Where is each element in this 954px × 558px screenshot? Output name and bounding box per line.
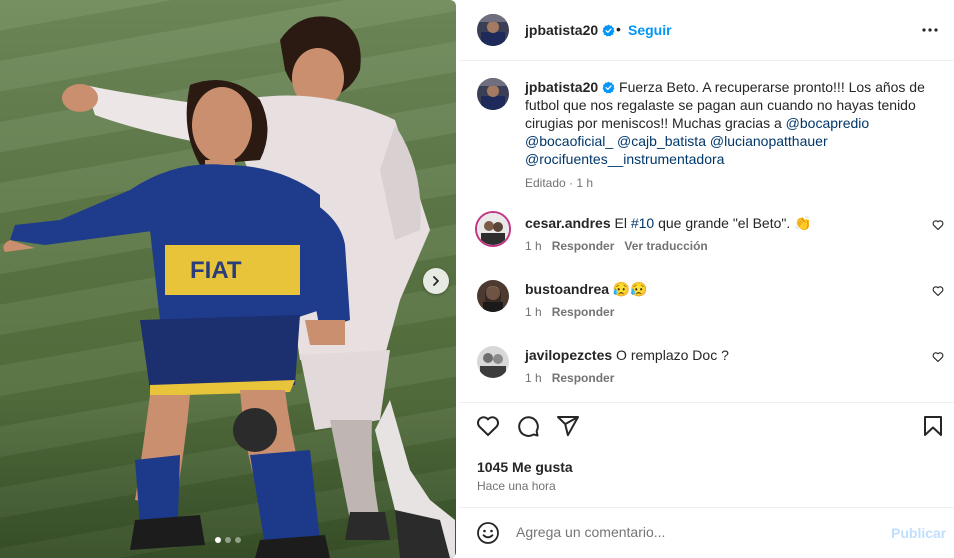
header-separator: • bbox=[616, 21, 621, 37]
comment-body: 😥😥 bbox=[609, 281, 648, 297]
comment-item: cesar.andres El #10 que grande "el Beto"… bbox=[459, 211, 954, 264]
add-comment-bar: Publicar bbox=[459, 508, 954, 558]
post-sidebar: jpbatista20 • Seguir jpbatista20 Fuerza … bbox=[459, 0, 954, 558]
likes-count[interactable]: 1045 Me gusta bbox=[477, 459, 573, 475]
carousel-dot-2 bbox=[225, 537, 231, 543]
header-divider bbox=[459, 60, 954, 61]
actions-divider bbox=[459, 402, 954, 403]
bookmark-icon[interactable] bbox=[921, 414, 945, 438]
translate-button[interactable]: Ver traducción bbox=[624, 239, 707, 253]
heart-icon[interactable] bbox=[932, 351, 944, 363]
caption-avatar[interactable] bbox=[477, 78, 509, 110]
football-players-illustration: FIAT bbox=[3, 16, 455, 558]
post-comment-button[interactable]: Publicar bbox=[891, 525, 946, 541]
mention-link[interactable]: @cajb_batista bbox=[617, 133, 706, 149]
comment-username[interactable]: bustoandrea bbox=[525, 281, 609, 297]
carousel-dot-3 bbox=[235, 537, 241, 543]
hashtag-link[interactable]: #10 bbox=[631, 215, 654, 231]
svg-text:FIAT: FIAT bbox=[190, 257, 242, 284]
chevron-right-icon bbox=[433, 276, 439, 286]
author-username[interactable]: jpbatista20 bbox=[525, 22, 615, 38]
comment-item: bustoandrea 😥😥 1 h Responder bbox=[459, 280, 954, 330]
post-image[interactable]: FIAT bbox=[0, 0, 456, 558]
emoji-icon[interactable] bbox=[476, 521, 500, 545]
author-username-text: jpbatista20 bbox=[525, 22, 599, 38]
reply-button[interactable]: Responder bbox=[552, 371, 615, 385]
reply-button[interactable]: Responder bbox=[552, 305, 615, 319]
comment-meta: 1 h Responder bbox=[525, 305, 614, 319]
comment-text: cesar.andres El #10 que grande "el Beto"… bbox=[525, 214, 812, 232]
heart-icon[interactable] bbox=[476, 414, 500, 438]
comment-time: 1 h bbox=[525, 371, 542, 385]
post-actions bbox=[459, 414, 954, 444]
carousel-dot-1 bbox=[215, 537, 221, 543]
mention-link[interactable]: @bocaoficial_ bbox=[525, 133, 613, 149]
post-time: Hace una hora bbox=[477, 479, 556, 493]
comment-meta: 1 h Responder Ver traducción bbox=[525, 239, 708, 253]
comment-username[interactable]: javilopezctes bbox=[525, 347, 612, 363]
comment-text: javilopezctes O remplazo Doc ? bbox=[525, 346, 729, 364]
carousel-indicator bbox=[0, 537, 456, 543]
comment-meta: 1 h Responder bbox=[525, 371, 614, 385]
comment-input[interactable] bbox=[516, 524, 876, 540]
caption-username[interactable]: jpbatista20 bbox=[525, 79, 598, 95]
comment-body: O remplazo Doc ? bbox=[612, 347, 729, 363]
share-icon[interactable] bbox=[556, 414, 580, 438]
follow-button[interactable]: Seguir bbox=[628, 22, 672, 38]
comment-avatar[interactable] bbox=[477, 346, 509, 378]
comment-time: 1 h bbox=[525, 239, 542, 253]
author-avatar[interactable] bbox=[477, 14, 509, 46]
comment-body: que grande "el Beto". 👏 bbox=[654, 215, 812, 231]
verified-icon bbox=[602, 81, 615, 94]
comment-text: bustoandrea 😥😥 bbox=[525, 280, 648, 298]
mention-link[interactable]: @rocifuentes__instrumentadora bbox=[525, 151, 724, 167]
post-caption: jpbatista20 Fuerza Beto. A recuperarse p… bbox=[525, 78, 937, 168]
heart-icon[interactable] bbox=[932, 219, 944, 231]
mention-link[interactable]: @bocapredio bbox=[786, 115, 870, 131]
comment-username[interactable]: cesar.andres bbox=[525, 215, 611, 231]
comment-avatar[interactable] bbox=[477, 280, 509, 312]
comment-body: El bbox=[610, 215, 631, 231]
heart-icon[interactable] bbox=[932, 285, 944, 297]
comment-avatar[interactable] bbox=[475, 211, 511, 247]
more-options-icon[interactable] bbox=[921, 21, 939, 39]
mention-link[interactable]: @lucianopatthauer bbox=[710, 133, 828, 149]
verified-icon bbox=[602, 24, 615, 37]
next-slide-button[interactable] bbox=[423, 268, 449, 294]
comment-item: javilopezctes O remplazo Doc ? 1 h Respon… bbox=[459, 346, 954, 396]
caption-meta: Editado · 1 h bbox=[525, 176, 594, 190]
reply-button[interactable]: Responder bbox=[552, 239, 615, 253]
post-header: jpbatista20 • Seguir bbox=[459, 0, 954, 60]
comment-icon[interactable] bbox=[516, 414, 540, 438]
comment-time: 1 h bbox=[525, 305, 542, 319]
